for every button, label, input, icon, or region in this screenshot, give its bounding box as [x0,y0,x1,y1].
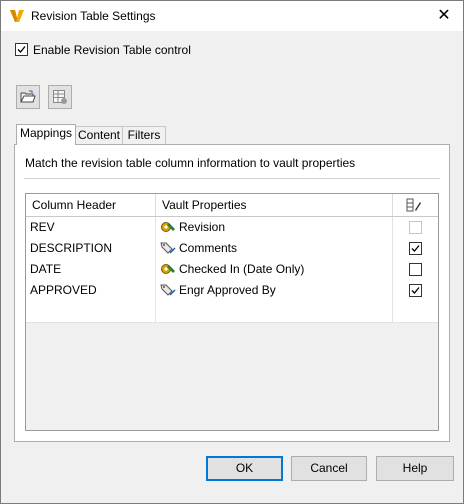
new-row[interactable] [26,301,438,323]
system-property-icon [161,264,175,274]
table-settings-icon [53,90,67,104]
system-property-icon [161,222,175,232]
column-header-cell[interactable]: APPROVED [26,280,156,301]
row-checkbox-cell[interactable] [393,259,438,280]
table-row[interactable]: DESCRIPTION Comments [26,238,438,260]
tab-content[interactable]: Content [74,126,124,144]
window-title: Revision Table Settings [31,9,156,23]
vault-property-label: Engr Approved By [179,283,276,297]
close-icon: ✕ [437,7,451,24]
vault-property-cell[interactable]: Engr Approved By [156,280,393,301]
tab-filters[interactable]: Filters [122,126,166,144]
table-settings-button[interactable] [48,85,72,109]
row-checkbox-cell[interactable] [393,238,438,259]
open-folder-icon [20,90,36,103]
title-bar: Revision Table Settings ✕ [1,1,463,31]
enable-revision-table-checkbox[interactable] [15,43,28,56]
mappings-description: Match the revision table column informat… [25,156,356,170]
vault-property-label: Revision [179,220,226,234]
ok-button[interactable]: OK [206,456,283,481]
empty-cell[interactable] [393,301,438,322]
vault-properties-header[interactable]: Vault Properties [156,194,393,216]
enable-revision-table-label: Enable Revision Table control [33,43,191,57]
checkmark-icon [17,46,26,53]
row-checkbox[interactable] [409,284,422,297]
table-row[interactable]: DATE Checked In (Date Only) [26,259,438,281]
open-button[interactable] [16,85,40,109]
empty-cell[interactable] [26,301,156,322]
user-property-icon [160,284,176,296]
help-button[interactable]: Help [376,456,454,481]
cancel-button[interactable]: Cancel [291,456,367,481]
vault-property-cell[interactable]: Revision [156,217,393,238]
empty-cell[interactable] [156,301,393,322]
column-edit-icon [406,198,421,212]
vault-property-label: Comments [179,241,238,255]
tab-mappings[interactable]: Mappings [16,124,76,145]
mappings-panel: Match the revision table column informat… [14,144,450,442]
table-row[interactable]: REV Revision [26,217,438,239]
table-row[interactable]: APPROVED Engr Approved By [26,280,438,302]
row-checkbox[interactable] [409,242,422,255]
row-checkbox[interactable] [409,263,422,276]
vault-property-cell[interactable]: Comments [156,238,393,259]
dialog-window: Revision Table Settings ✕ Enable Revisio… [0,0,464,504]
checkmark-icon [411,287,420,294]
vault-property-cell[interactable]: Checked In (Date Only) [156,259,393,280]
separator [24,178,440,179]
edit-column-header[interactable] [393,194,438,216]
column-header-cell[interactable]: DESCRIPTION [26,238,156,259]
row-checkbox-cell[interactable] [393,280,438,301]
column-header-cell[interactable]: DATE [26,259,156,280]
user-property-icon [160,242,176,254]
row-checkbox [409,221,422,234]
vault-logo-icon [10,10,24,22]
close-button[interactable]: ✕ [425,1,463,31]
column-header-cell[interactable]: REV [26,217,156,238]
mappings-grid[interactable]: Column Header Vault Properties REV Revis… [25,193,439,431]
column-header-header[interactable]: Column Header [26,194,156,216]
checkmark-icon [411,245,420,252]
grid-header: Column Header Vault Properties [26,194,438,217]
row-checkbox-cell [393,217,438,238]
vault-property-label: Checked In (Date Only) [179,262,305,276]
